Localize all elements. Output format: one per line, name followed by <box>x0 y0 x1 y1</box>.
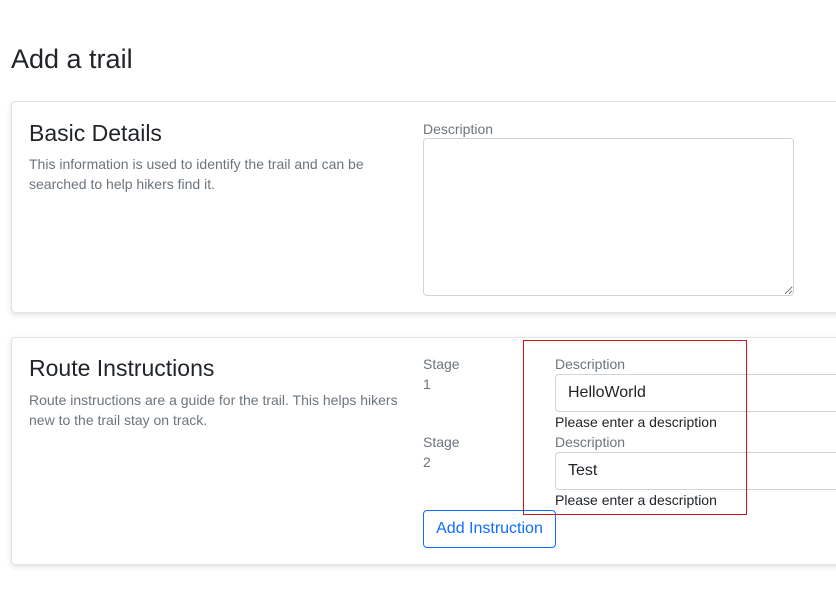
route-instructions-description: Route instructions are a guide for the t… <box>29 392 398 428</box>
trail-description-label: Description <box>423 121 494 137</box>
route-instructions-card: Route Instructions Route instructions ar… <box>11 337 836 565</box>
add-instruction-button[interactable]: Add Instruction <box>423 510 556 548</box>
page-title: Add a trail <box>11 44 133 74</box>
stage-number: 1 <box>423 376 431 392</box>
trail-description-textarea[interactable] <box>423 138 794 296</box>
basic-details-description: This information is used to identify the… <box>29 156 364 192</box>
instruction-description-input[interactable] <box>555 452 836 490</box>
stage-label: Stage <box>423 434 460 450</box>
validation-message: Please enter a description <box>555 492 717 508</box>
route-instructions-heading: Route Instructions <box>29 355 215 381</box>
instruction-description-label: Description <box>555 434 626 450</box>
instruction-description-input[interactable] <box>555 374 836 412</box>
add-trail-page: Add a trail Basic Details This informati… <box>0 0 836 601</box>
stage-number: 2 <box>423 454 431 470</box>
basic-details-heading: Basic Details <box>29 120 162 146</box>
stage-label: Stage <box>423 356 460 372</box>
validation-message: Please enter a description <box>555 414 717 430</box>
instruction-description-label: Description <box>555 356 626 372</box>
basic-details-card: Basic Details This information is used t… <box>11 101 836 313</box>
